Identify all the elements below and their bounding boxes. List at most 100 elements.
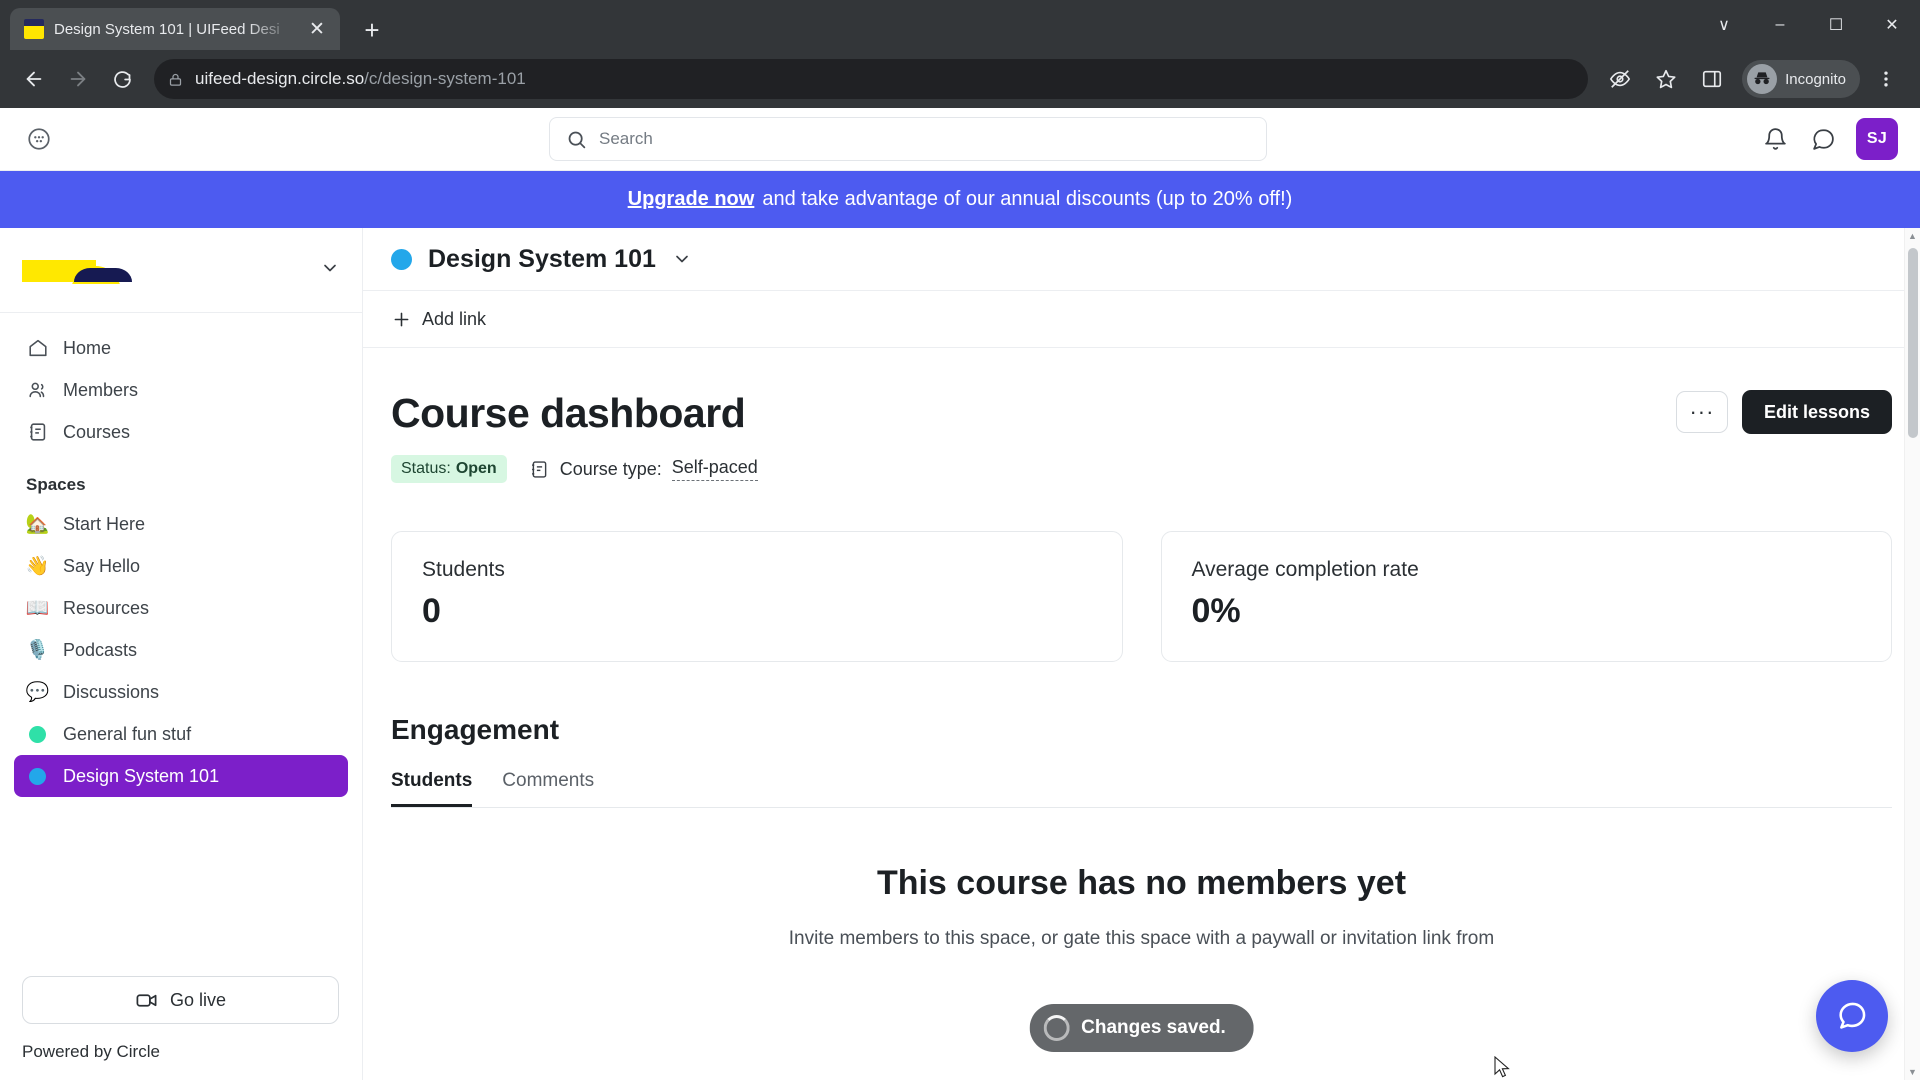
browser-tab[interactable]: Design System 101 | UIFeed Desi ✕: [10, 8, 340, 50]
main-content: Design System 101 Add link Course dashbo…: [363, 228, 1920, 1080]
third-party-cookie-blocked-icon[interactable]: [1600, 59, 1640, 99]
dashboard-content: Course dashboard Status: Open Course typ…: [363, 348, 1920, 954]
grid-apps-icon[interactable]: [22, 122, 56, 156]
bell-icon[interactable]: [1760, 124, 1790, 154]
blue-dot-icon: [26, 765, 49, 788]
course-type-label: Course type:: [559, 458, 662, 479]
sidebar-item-members[interactable]: Members: [14, 369, 348, 411]
chevron-down-icon[interactable]: [320, 258, 340, 283]
sidebar-item-general-fun-stuf[interactable]: General fun stuf: [14, 713, 348, 755]
members-icon: [26, 379, 49, 402]
sidebar-item-label: Resources: [63, 597, 150, 618]
forward-icon: [58, 59, 98, 99]
sidebar-item-label: Home: [63, 337, 112, 358]
more-options-button[interactable]: ···: [1675, 391, 1728, 433]
avatar[interactable]: SJ: [1856, 118, 1898, 160]
speech-balloon-emoji-icon: 💬: [25, 681, 50, 703]
sidebar-item-courses[interactable]: Courses: [14, 411, 348, 453]
space-color-dot-icon: [391, 248, 412, 270]
page-title: Design System 101: [428, 244, 656, 273]
sidebar-item-podcasts[interactable]: 🎙️ Podcasts: [14, 629, 348, 671]
edit-lessons-button[interactable]: Edit lessons: [1741, 390, 1892, 434]
page-scrollbar[interactable]: ▲ ▼: [1904, 228, 1920, 1080]
course-type-value[interactable]: Self-paced: [671, 457, 758, 481]
maximize-icon[interactable]: ☐: [1808, 0, 1864, 50]
lock-icon: [168, 72, 183, 87]
engagement-heading: Engagement: [391, 714, 560, 745]
course-icon: [529, 459, 550, 480]
reload-icon[interactable]: [102, 59, 142, 99]
go-live-button[interactable]: Go live: [22, 976, 339, 1024]
tab-students[interactable]: Students: [391, 770, 473, 807]
omnibox-actions: Incognito: [1600, 59, 1906, 99]
sidebar-item-label: Say Hello: [63, 555, 141, 576]
kebab-menu-icon[interactable]: [1866, 59, 1906, 99]
space-header: Design System 101: [363, 228, 1920, 291]
search-area: Search: [72, 117, 1744, 161]
back-icon[interactable]: [14, 59, 54, 99]
tab-comments[interactable]: Comments: [502, 770, 594, 807]
search-placeholder: Search: [599, 129, 653, 148]
window-close-icon[interactable]: ✕: [1864, 0, 1920, 50]
search-input[interactable]: Search: [549, 117, 1267, 161]
sidebar-item-discussions[interactable]: 💬 Discussions: [14, 671, 348, 713]
sidebar-item-label: Members: [63, 379, 139, 400]
powered-by-circle: Powered by Circle: [0, 1024, 361, 1080]
stat-label: Students: [422, 558, 505, 581]
house-emoji-icon: 🏡: [25, 513, 50, 535]
minimize-icon[interactable]: –: [1752, 0, 1808, 50]
sidebar-item-label: Podcasts: [63, 639, 138, 660]
sidebar-item-resources[interactable]: 📖 Resources: [14, 587, 348, 629]
scroll-down-arrow-icon[interactable]: ▼: [1905, 1064, 1920, 1080]
incognito-icon: [1747, 64, 1778, 94]
courses-icon: [26, 421, 49, 444]
sidebar-item-label: Courses: [63, 421, 131, 442]
go-live-label: Go live: [169, 989, 227, 1010]
sidebar-item-home[interactable]: Home: [14, 327, 348, 369]
home-icon: [26, 337, 49, 360]
upgrade-now-link[interactable]: Upgrade now: [628, 188, 755, 211]
sidebar-item-start-here[interactable]: 🏡 Start Here: [14, 503, 348, 545]
chat-bubble-icon[interactable]: [1808, 124, 1838, 154]
stat-card-students: Students 0: [391, 531, 1123, 662]
brand-row[interactable]: [0, 228, 362, 312]
dashboard-heading-block: Course dashboard Status: Open Course typ…: [391, 390, 758, 483]
plus-icon: [391, 309, 412, 330]
sidebar-item-label: General fun stuf: [63, 723, 192, 744]
new-tab-button[interactable]: +: [352, 10, 392, 50]
go-live-area: Go live: [0, 976, 361, 1024]
stat-cards: Students 0 Average completion rate 0%: [391, 531, 1892, 662]
sidebar: Home Members Courses Spaces 🏡 Start Here…: [0, 228, 363, 1080]
site-favicon: [24, 19, 44, 39]
browser-tabstrip: Design System 101 | UIFeed Desi ✕ + ∨ – …: [0, 0, 1920, 50]
address-bar[interactable]: uifeed-design.circle.so/c/design-system-…: [154, 59, 1589, 99]
side-panel-icon[interactable]: [1692, 59, 1732, 99]
stat-card-completion-rate: Average completion rate 0%: [1160, 531, 1892, 662]
toast-notification: Changes saved.: [1029, 1004, 1254, 1052]
add-link-label: Add link: [422, 308, 487, 329]
sidebar-item-design-system-101[interactable]: Design System 101: [14, 755, 348, 797]
sidebar-item-say-hello[interactable]: 👋 Say Hello: [14, 545, 348, 587]
engagement-tabs: Students Comments: [391, 770, 1892, 808]
page-viewport: Search SJ Upgrade now and take advantage…: [0, 108, 1920, 1080]
status-prefix: Status:: [401, 460, 451, 477]
browser-window: Design System 101 | UIFeed Desi ✕ + ∨ – …: [0, 0, 1920, 1080]
app-header: Search SJ: [0, 108, 1920, 171]
scroll-up-arrow-icon[interactable]: ▲: [1905, 228, 1920, 244]
empty-state-subtitle: Invite members to this space, or gate th…: [788, 928, 1495, 949]
toast-message: Changes saved.: [1081, 1017, 1226, 1038]
add-link-button[interactable]: Add link: [391, 309, 486, 330]
close-icon[interactable]: ✕: [304, 16, 330, 42]
url-text: uifeed-design.circle.so/c/design-system-…: [195, 69, 526, 89]
uifeed-logo: [22, 256, 132, 284]
microphone-emoji-icon: 🎙️: [25, 639, 50, 661]
star-icon[interactable]: [1646, 59, 1686, 99]
wave-emoji-icon: 👋: [25, 555, 50, 577]
chevron-down-icon[interactable]: ∨: [1696, 0, 1752, 50]
status-value: Open: [455, 460, 497, 477]
chat-fab-button[interactable]: [1816, 980, 1888, 1052]
incognito-profile-button[interactable]: Incognito: [1742, 60, 1860, 98]
scrollbar-thumb[interactable]: [1908, 248, 1918, 438]
chevron-down-icon[interactable]: [672, 249, 692, 269]
stat-value: 0%: [1191, 592, 1241, 630]
